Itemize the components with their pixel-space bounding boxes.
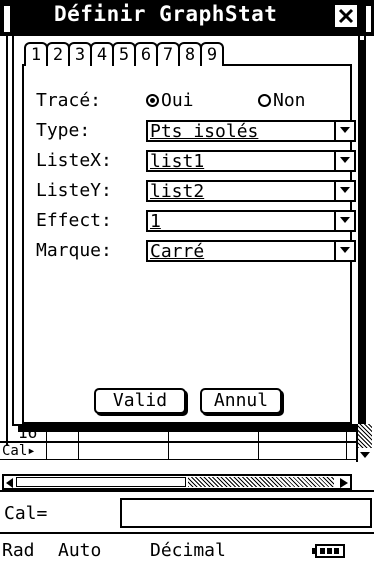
dropdown-arrow-icon — [340, 157, 350, 163]
scroll-left-icon[interactable] — [6, 478, 14, 488]
cal-input[interactable] — [120, 498, 372, 528]
cal-row-label: Cal▸ — [2, 443, 36, 459]
scroll-down-button[interactable] — [356, 448, 372, 462]
tab-5[interactable]: 5 — [112, 42, 136, 66]
dialog-title: Définir GraphStat — [54, 2, 278, 26]
mark-select[interactable]: Carré — [146, 240, 356, 262]
listy-value: list2 — [150, 181, 205, 202]
effect-select[interactable]: 1 — [146, 210, 356, 232]
trace-radio-on[interactable]: Oui — [146, 90, 194, 112]
title-bar-right-edge — [366, 6, 371, 32]
effect-label: Effect: — [36, 210, 112, 231]
column-divider — [78, 424, 79, 460]
effect-dropdown-button[interactable] — [334, 212, 354, 230]
tab-9[interactable]: 9 — [200, 42, 224, 66]
listx-dropdown-button[interactable] — [334, 152, 354, 170]
column-divider — [168, 424, 169, 460]
status-format: Décimal — [150, 540, 226, 561]
radio-unselected-icon — [258, 94, 271, 107]
type-label: Type: — [36, 120, 91, 141]
listx-value: list1 — [150, 151, 205, 172]
column-divider — [258, 424, 259, 460]
row-number: 16 — [18, 423, 38, 442]
horizontal-scrollbar[interactable] — [2, 474, 352, 490]
valid-button[interactable]: Valid — [94, 388, 186, 414]
dropdown-arrow-icon — [340, 247, 350, 253]
listx-select[interactable]: list1 — [146, 150, 356, 172]
status-angle: Rad — [2, 540, 35, 561]
listx-label: ListeX: — [36, 150, 112, 171]
effect-value: 1 — [150, 211, 161, 232]
scroll-down-icon — [360, 452, 370, 458]
column-divider — [46, 424, 47, 460]
column-divider — [346, 424, 347, 460]
mark-dropdown-button[interactable] — [334, 242, 354, 260]
dropdown-arrow-icon — [340, 187, 350, 193]
mark-label: Marque: — [36, 240, 112, 261]
close-button[interactable] — [335, 5, 357, 27]
tab-8[interactable]: 8 — [178, 42, 202, 66]
status-mode: Auto — [58, 540, 102, 561]
tab-6[interactable]: 6 — [134, 42, 158, 66]
sheet-row-16[interactable] — [0, 424, 356, 442]
tab-4[interactable]: 4 — [90, 42, 114, 66]
listy-dropdown-button[interactable] — [334, 182, 354, 200]
dropdown-arrow-icon — [340, 217, 350, 223]
background-sheet-right — [364, 36, 374, 446]
type-dropdown-button[interactable] — [334, 122, 354, 140]
close-icon — [338, 8, 354, 24]
cal-label: Cal= — [4, 503, 48, 524]
spreadsheet-area: 16 Cal▸ — [0, 424, 374, 476]
sheet-cal-row[interactable] — [0, 442, 356, 460]
trace-on-label: Oui — [161, 90, 194, 111]
trace-label: Tracé: — [36, 90, 102, 111]
type-select[interactable]: Pts isolés — [146, 120, 356, 142]
background-sheet-left — [0, 36, 8, 446]
listy-select[interactable]: list2 — [146, 180, 356, 202]
scrollbar-thumb[interactable] — [16, 477, 186, 487]
listy-label: ListeY: — [36, 180, 112, 201]
trace-off-label: Non — [273, 90, 306, 111]
battery-icon — [312, 543, 346, 563]
mark-value: Carré — [150, 241, 205, 262]
tab-2[interactable]: 2 — [46, 42, 70, 66]
scrollbar-track — [188, 477, 334, 487]
trace-radio-off[interactable]: Non — [258, 90, 306, 112]
vertical-scrollbar-track[interactable] — [356, 424, 372, 448]
cancel-button[interactable]: Annul — [200, 388, 282, 414]
type-value: Pts isolés — [150, 121, 259, 142]
tab-3[interactable]: 3 — [68, 42, 92, 66]
title-bar-left-edge — [4, 6, 10, 32]
tab-7[interactable]: 7 — [156, 42, 180, 66]
tab-1[interactable]: 1 — [24, 42, 48, 66]
scroll-right-icon[interactable] — [340, 478, 348, 488]
radio-selected-icon — [146, 94, 159, 107]
dropdown-arrow-icon — [340, 127, 350, 133]
